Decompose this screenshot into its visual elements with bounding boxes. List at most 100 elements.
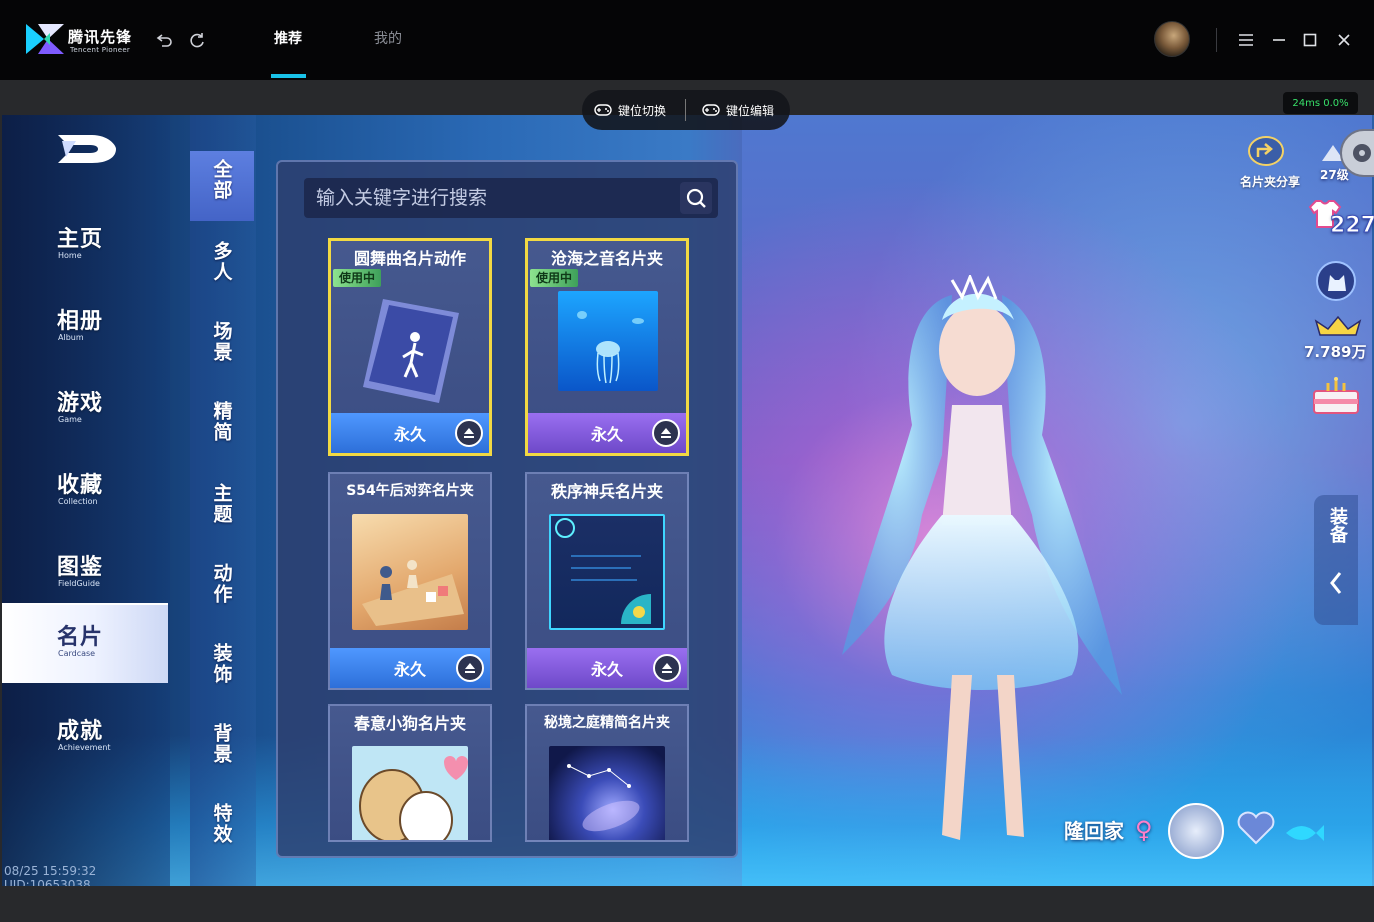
active-tab-indicator xyxy=(271,74,306,78)
cardcase-share-button[interactable]: 名片夹分享 xyxy=(1230,135,1310,195)
cardcase-panel: 圆舞曲名片动作 使用中 永久 xyxy=(276,160,738,858)
tab-simple[interactable]: 精简 xyxy=(190,393,254,465)
nav-label: 主页 xyxy=(57,227,104,252)
key-switch-button[interactable]: 键位切换 xyxy=(594,100,666,120)
uid-timestamp: 08/25 15:59:32 UID:10653038 xyxy=(4,864,97,886)
tab-label: 场景 xyxy=(210,321,233,363)
heart-badge-icon[interactable] xyxy=(1236,811,1276,847)
tab-mine[interactable]: 我的 xyxy=(374,28,402,48)
tech-card-icon xyxy=(555,518,651,624)
search-input[interactable] xyxy=(316,184,676,212)
user-avatar[interactable] xyxy=(1154,21,1190,57)
refresh-button[interactable] xyxy=(184,27,210,53)
tab-label: 多人 xyxy=(210,241,233,283)
tab-all[interactable]: 全部 xyxy=(190,151,254,221)
tab-multiplayer[interactable]: 多人 xyxy=(190,231,254,303)
tab-theme[interactable]: 主题 xyxy=(190,473,254,545)
key-switch-label: 键位切换 xyxy=(618,103,667,118)
nav-label: 相册 xyxy=(57,309,104,334)
tab-label: 装饰 xyxy=(210,643,233,685)
galaxy-icon xyxy=(567,764,640,832)
card-item[interactable]: S54午后对弈名片夹 永久 xyxy=(328,472,492,690)
card-item[interactable]: 秘境之庭精简名片夹 xyxy=(525,704,689,842)
character-model[interactable] xyxy=(802,275,1162,865)
coin-amount: 7.789万 xyxy=(1304,343,1367,361)
nav-item-cardcase[interactable]: 名片 Cardcase xyxy=(2,603,168,683)
app-logo: 腾讯先锋 Tencent Pioneer xyxy=(22,20,132,60)
tab-label: 特效 xyxy=(210,803,233,845)
cat-icon xyxy=(1328,275,1346,291)
tab-scene[interactable]: 场景 xyxy=(190,311,254,383)
nav-item-collection[interactable]: 收藏 Collection xyxy=(2,453,168,533)
in-use-badge: 使用中 xyxy=(530,269,579,287)
wardrobe-counter[interactable]: 227 xyxy=(1308,199,1374,239)
chess-icon xyxy=(362,560,464,626)
card-item[interactable]: 秩序神兵名片夹 永久 xyxy=(525,472,689,690)
card-title: 秩序神兵名片夹 xyxy=(550,482,663,501)
outfit-count: 227 xyxy=(1330,213,1374,239)
share-label: 名片夹分享 xyxy=(1239,175,1300,189)
nav-item-achievement[interactable]: 成就 Achievement xyxy=(2,699,168,779)
card-duration: 永久 xyxy=(590,660,623,679)
in-use-badge: 使用中 xyxy=(333,269,382,287)
card-footer: 永久 xyxy=(527,648,687,688)
player-portrait[interactable] xyxy=(1168,803,1224,859)
logo-text: 腾讯先锋 xyxy=(68,28,133,46)
level-text: 27级 xyxy=(1320,168,1349,182)
puppy-icon xyxy=(359,756,468,840)
unequip-button[interactable] xyxy=(653,654,681,682)
minimize-icon xyxy=(1273,39,1285,41)
equipment-side-tab[interactable]: 装备 xyxy=(1314,495,1358,625)
player-nameplate[interactable]: 隆回家 ♀ xyxy=(1064,815,1153,844)
player-name: 隆回家 xyxy=(1064,819,1124,843)
search-bar xyxy=(304,178,718,218)
key-edit-label: 键位编辑 xyxy=(726,103,775,118)
menu-button[interactable] xyxy=(1233,27,1259,53)
card-thumbnail xyxy=(352,746,468,840)
back-button[interactable] xyxy=(152,27,178,53)
card-duration: 永久 xyxy=(393,660,426,679)
card-item[interactable]: 春意小狗名片夹 xyxy=(328,704,492,842)
nav-label: 图鉴 xyxy=(57,555,104,580)
nav-item-game[interactable]: 游戏 Game xyxy=(2,371,168,451)
card-footer: 永久 xyxy=(528,413,686,453)
cake-icon xyxy=(1313,377,1359,414)
search-icon xyxy=(686,188,706,208)
unequip-button[interactable] xyxy=(456,654,484,682)
eject-icon xyxy=(662,663,672,673)
card-item[interactable]: 圆舞曲名片动作 使用中 永久 xyxy=(328,238,492,456)
network-ping-indicator: 24ms 0.0% xyxy=(1283,92,1358,114)
maximize-button[interactable] xyxy=(1297,27,1323,53)
nav-sublabel: Achievement xyxy=(58,743,111,752)
category-tabs: 全部 多人 场景 精简 主题 动作 装饰 背景 特效 xyxy=(190,115,256,886)
tab-effect[interactable]: 特效 xyxy=(190,793,254,865)
share-icon xyxy=(1248,136,1284,166)
chevron-left-icon xyxy=(1330,572,1342,594)
female-gender-icon: ♀ xyxy=(1134,816,1153,844)
key-edit-button[interactable]: 键位编辑 xyxy=(702,100,774,120)
tab-action[interactable]: 动作 xyxy=(190,553,254,625)
card-title: 圆舞曲名片动作 xyxy=(353,249,466,268)
tab-recommend[interactable]: 推荐 xyxy=(274,28,302,48)
close-button[interactable] xyxy=(1331,27,1357,53)
card-thumbnail xyxy=(549,514,665,630)
nav-sublabel: Cardcase xyxy=(58,649,96,658)
unequip-button[interactable] xyxy=(652,419,680,447)
minimize-button[interactable] xyxy=(1266,27,1292,53)
card-title: 春意小狗名片夹 xyxy=(353,714,466,733)
tab-decoration[interactable]: 装饰 xyxy=(190,633,254,705)
pet-button[interactable] xyxy=(1316,261,1356,301)
crown-coin-icon xyxy=(1314,315,1362,336)
nav-item-home[interactable]: 主页 Home xyxy=(2,207,168,287)
nav-item-album[interactable]: 相册 Album xyxy=(2,289,168,369)
game-viewport[interactable]: 主页 Home 相册 Album 游戏 Game 收藏 Collection 图… xyxy=(2,115,1374,886)
eject-icon xyxy=(661,428,671,438)
fish-icon[interactable] xyxy=(1282,817,1326,849)
tab-background[interactable]: 背景 xyxy=(190,713,254,785)
divider xyxy=(1216,28,1217,52)
birthday-cake-button[interactable] xyxy=(1308,373,1364,417)
unequip-button[interactable] xyxy=(455,419,483,447)
search-button[interactable] xyxy=(680,182,712,214)
card-item[interactable]: 沧海之音名片夹 使用中 永久 xyxy=(525,238,689,456)
nav-label: 名片 xyxy=(57,625,104,650)
